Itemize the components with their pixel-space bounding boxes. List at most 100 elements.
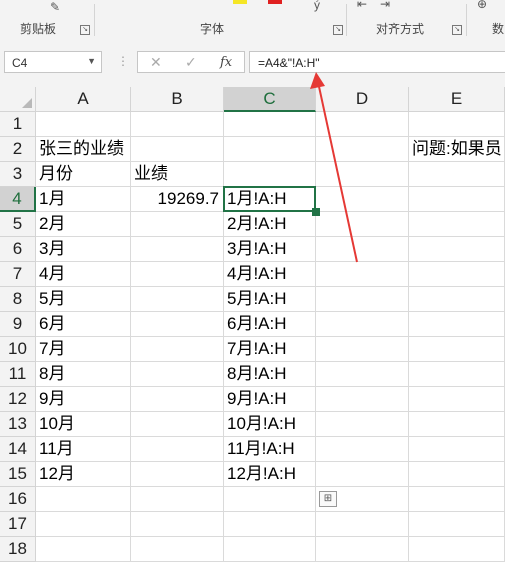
number-format-icon[interactable]: ⊕ [477,0,487,11]
cell-e11[interactable] [409,362,505,387]
cell-d6[interactable] [316,237,409,262]
cell-a3[interactable]: 月份 [36,162,131,187]
resize-handle-icon[interactable]: ⋮ [117,54,129,68]
cell-d1[interactable] [316,112,409,137]
cancel-icon[interactable]: ✕ [150,54,162,71]
cell-e10[interactable] [409,337,505,362]
row-header-11[interactable]: 11 [0,362,36,387]
cell-d13[interactable] [316,412,409,437]
quick-analysis-button[interactable]: ⊞ [319,491,337,507]
cell-b14[interactable] [131,437,224,462]
row-header-5[interactable]: 5 [0,212,36,237]
cell-a5[interactable]: 2月 [36,212,131,237]
row-header-12[interactable]: 12 [0,387,36,412]
row-header-13[interactable]: 13 [0,412,36,437]
cell-a10[interactable]: 7月 [36,337,131,362]
cell-d5[interactable] [316,212,409,237]
cell-b9[interactable] [131,312,224,337]
cell-a4[interactable]: 1月 [36,187,131,212]
indent-icon[interactable]: ⇤ [357,0,367,11]
cell-b3[interactable]: 业绩 [131,162,224,187]
column-header-a[interactable]: A [36,87,131,112]
cell-e9[interactable] [409,312,505,337]
cell-a18[interactable] [36,537,131,562]
cell-b15[interactable] [131,462,224,487]
outdent-icon[interactable]: ⇥ [380,0,390,11]
cell-c6[interactable]: 3月!A:H [224,237,316,262]
cell-b17[interactable] [131,512,224,537]
cell-e15[interactable] [409,462,505,487]
cell-e7[interactable] [409,262,505,287]
cell-c17[interactable] [224,512,316,537]
format-painter-icon[interactable]: ✎ [50,0,60,14]
cell-c3[interactable] [224,162,316,187]
cell-e4[interactable] [409,187,505,212]
cell-d8[interactable] [316,287,409,312]
column-header-d[interactable]: D [316,87,409,112]
cell-b1[interactable] [131,112,224,137]
cell-e8[interactable] [409,287,505,312]
cell-a11[interactable]: 8月 [36,362,131,387]
cell-b13[interactable] [131,412,224,437]
font-launcher-icon[interactable]: ↘ [333,25,343,35]
cell-c15[interactable]: 12月!A:H [224,462,316,487]
highlight-color-swatch[interactable] [233,0,247,4]
cell-c11[interactable]: 8月!A:H [224,362,316,387]
row-header-4[interactable]: 4 [0,187,36,212]
chevron-down-icon[interactable]: ▼ [87,56,96,66]
name-box[interactable]: C4 ▼ [4,51,102,73]
cell-b5[interactable] [131,212,224,237]
row-header-8[interactable]: 8 [0,287,36,312]
cell-d18[interactable] [316,537,409,562]
column-header-c[interactable]: C [224,87,316,112]
cell-e17[interactable] [409,512,505,537]
cell-c14[interactable]: 11月!A:H [224,437,316,462]
cell-a6[interactable]: 3月 [36,237,131,262]
row-header-1[interactable]: 1 [0,112,36,137]
cell-d9[interactable] [316,312,409,337]
formula-input[interactable]: =A4&"!A:H" [249,51,505,73]
cell-e16[interactable] [409,487,505,512]
cell-d14[interactable] [316,437,409,462]
cell-b16[interactable] [131,487,224,512]
cell-b11[interactable] [131,362,224,387]
cell-a2[interactable]: 张三的业绩 [36,137,131,162]
cell-c2[interactable] [224,137,316,162]
cell-a1[interactable] [36,112,131,137]
cell-e5[interactable] [409,212,505,237]
row-header-16[interactable]: 16 [0,487,36,512]
row-header-14[interactable]: 14 [0,437,36,462]
row-header-18[interactable]: 18 [0,537,36,562]
cell-a16[interactable] [36,487,131,512]
cell-c16[interactable] [224,487,316,512]
cell-b12[interactable] [131,387,224,412]
cell-c8[interactable]: 5月!A:H [224,287,316,312]
font-color-swatch[interactable] [268,0,282,4]
cell-e12[interactable] [409,387,505,412]
cell-d15[interactable] [316,462,409,487]
clipboard-launcher-icon[interactable]: ↘ [80,25,90,35]
cell-d2[interactable] [316,137,409,162]
cell-b7[interactable] [131,262,224,287]
enter-icon[interactable]: ✓ [185,54,197,71]
cell-b2[interactable] [131,137,224,162]
phonetic-icon[interactable]: ý [314,0,320,12]
cell-c4[interactable]: 1月!A:H [224,187,316,212]
cell-d10[interactable] [316,337,409,362]
cell-a12[interactable]: 9月 [36,387,131,412]
cell-c9[interactable]: 6月!A:H [224,312,316,337]
cell-e6[interactable] [409,237,505,262]
cell-d17[interactable] [316,512,409,537]
row-header-7[interactable]: 7 [0,262,36,287]
cell-e3[interactable] [409,162,505,187]
cell-c18[interactable] [224,537,316,562]
row-header-15[interactable]: 15 [0,462,36,487]
cell-a14[interactable]: 11月 [36,437,131,462]
row-header-10[interactable]: 10 [0,337,36,362]
cell-e2[interactable]: 问题:如果员 [409,137,505,162]
column-header-e[interactable]: E [409,87,505,112]
cell-c1[interactable] [224,112,316,137]
cell-d4[interactable] [316,187,409,212]
cell-a7[interactable]: 4月 [36,262,131,287]
cell-a15[interactable]: 12月 [36,462,131,487]
